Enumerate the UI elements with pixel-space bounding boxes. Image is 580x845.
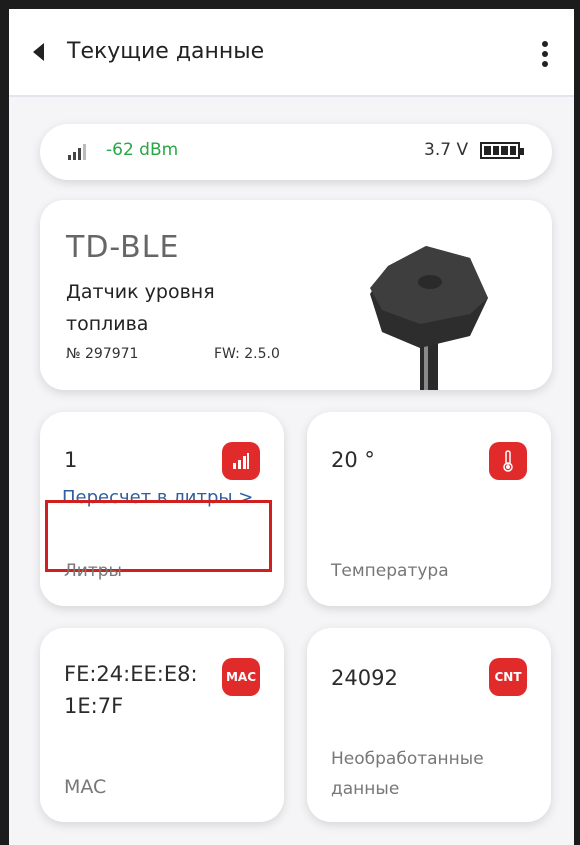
mac-tile[interactable]: FE:24:EE:E8: 1E:7F MAC MAC bbox=[40, 628, 284, 822]
sensor-image bbox=[370, 246, 488, 390]
counter-badge-icon: CNT bbox=[489, 658, 527, 696]
mac-badge-icon: MAC bbox=[222, 658, 260, 696]
raw-data-value: 24092 bbox=[331, 666, 398, 690]
battery-voltage: 3.7 V bbox=[424, 140, 469, 160]
mac-label: MAC bbox=[64, 776, 107, 798]
mac-address-value: FE:24:EE:E8: 1E:7F bbox=[64, 662, 198, 718]
more-options-icon[interactable] bbox=[542, 41, 548, 67]
device-info-card: TD-BLE Датчик уровня топлива № 297971 FW… bbox=[40, 200, 552, 390]
signal-bars-icon bbox=[222, 442, 260, 480]
device-description: Датчик уровня топлива bbox=[66, 281, 215, 335]
raw-data-tile[interactable]: 24092 CNT Необработанные данные bbox=[307, 628, 551, 822]
device-serial-number: № 297971 bbox=[66, 346, 139, 362]
thermometer-icon bbox=[489, 442, 527, 480]
temperature-label: Температура bbox=[331, 561, 449, 581]
temperature-tile[interactable]: 20 ° Температура bbox=[307, 412, 551, 606]
page-title: Текущие данные bbox=[67, 39, 265, 64]
app-header: Текущие данные bbox=[9, 9, 574, 97]
signal-strength-icon bbox=[68, 144, 94, 160]
liters-value: 1 bbox=[64, 448, 78, 472]
battery-icon bbox=[480, 142, 524, 159]
firmware-version: FW: 2.5.0 bbox=[214, 346, 280, 362]
raw-data-label: Необработанные данные bbox=[331, 749, 484, 799]
temperature-value: 20 ° bbox=[331, 448, 375, 472]
back-arrow-icon[interactable] bbox=[33, 43, 44, 61]
rssi-value: -62 dBm bbox=[106, 140, 179, 160]
status-bar-card: -62 dBm 3.7 V bbox=[40, 124, 552, 180]
device-model: TD-BLE bbox=[66, 230, 180, 265]
liters-label: Литры bbox=[64, 561, 122, 581]
liters-tile[interactable]: 1 Пересчет в литры > Литры bbox=[40, 412, 284, 606]
